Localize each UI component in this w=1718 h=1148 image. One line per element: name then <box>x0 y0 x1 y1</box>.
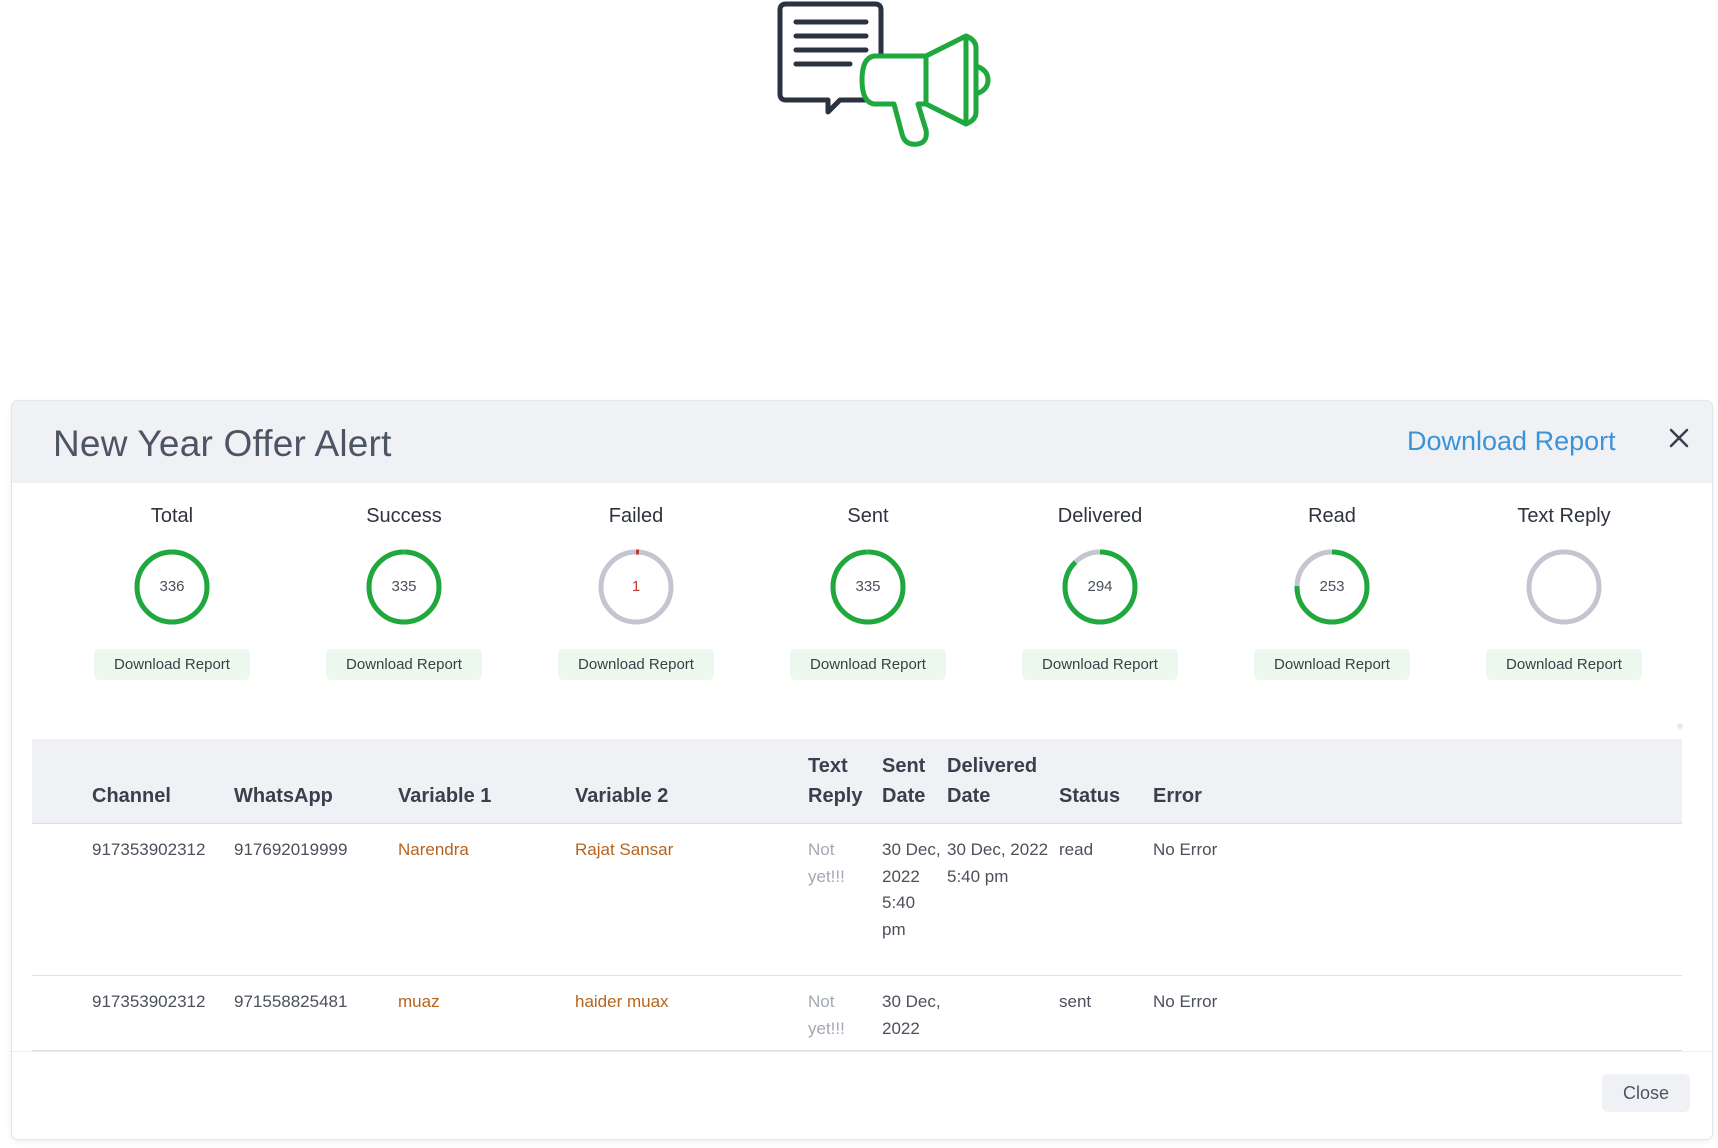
column-header-text-reply: Text Reply <box>808 739 882 824</box>
close-button[interactable]: Close <box>1602 1074 1690 1112</box>
cell-sent-date: 30 Dec, 2022 5:40 pm <box>882 823 947 976</box>
column-header-variable2: Variable 2 <box>575 739 808 824</box>
cell-status: sent <box>1059 975 1153 1051</box>
column-header-status: Status <box>1059 739 1153 824</box>
stat-ring <box>1524 547 1604 627</box>
modal-header: New Year Offer Alert Download Report <box>12 401 1712 483</box>
stat-ring: 335 <box>828 547 908 627</box>
campaign-report-modal: New Year Offer Alert Download Report Tot… <box>12 401 1712 1139</box>
scrollbar[interactable] <box>1677 723 1683 729</box>
cell-variable2: haider muax <box>575 975 808 1051</box>
cell-variable1: Narendra <box>398 823 575 976</box>
cell-variable2: Rajat Sansar <box>575 823 808 976</box>
stat-ring: 335 <box>364 547 444 627</box>
download-report-button[interactable]: Download Report <box>790 649 946 680</box>
cell-error: No Error <box>1153 975 1682 1051</box>
stat-label: Success <box>366 505 442 527</box>
cell-sent-date: 30 Dec, 2022 <box>882 975 947 1051</box>
close-icon[interactable] <box>1664 423 1694 453</box>
stat-failed: Failed 1 Download Report <box>536 505 736 680</box>
download-report-button[interactable]: Download Report <box>326 649 482 680</box>
table-row: 917353902312 917692019999 Narendra Rajat… <box>32 823 1682 976</box>
column-header-whatsapp: WhatsApp <box>234 739 398 824</box>
stat-value: 1 <box>631 578 641 595</box>
stat-value <box>1524 547 1604 627</box>
cell-variable1: muaz <box>398 975 575 1051</box>
download-report-button[interactable]: Download Report <box>1022 649 1178 680</box>
download-report-button[interactable]: Download Report <box>94 649 250 680</box>
stat-label: Delivered <box>1057 505 1143 527</box>
stat-label: Read <box>1308 505 1356 527</box>
stat-ring: 336 <box>132 547 212 627</box>
download-report-button[interactable]: Download Report <box>1486 649 1642 680</box>
cell-status: read <box>1059 823 1153 976</box>
cell-delivered-date <box>947 975 1059 1051</box>
stat-label: Text Reply <box>1517 505 1611 527</box>
stat-text-reply: Text Reply Download Report <box>1464 505 1664 680</box>
stat-value: 336 <box>159 578 185 595</box>
column-header-variable1: Variable 1 <box>398 739 575 824</box>
stat-read: Read 253 Download Report <box>1232 505 1432 680</box>
modal-title: New Year Offer Alert <box>53 423 392 464</box>
stat-ring: 1 <box>596 547 676 627</box>
stat-value: 335 <box>391 578 417 595</box>
column-header-error: Error <box>1153 739 1682 824</box>
stat-value: 335 <box>855 578 881 595</box>
stat-ring: 294 <box>1060 547 1140 627</box>
stat-label: Failed <box>608 505 664 527</box>
stat-total: Total 336 Download Report <box>72 505 272 680</box>
cell-channel: 917353902312 <box>92 823 234 976</box>
cell-whatsapp: 971558825481 <box>234 975 398 1051</box>
stats-row: Total 336 Download Report Success 335 Do… <box>12 483 1712 693</box>
recipients-table: Channel WhatsApp Variable 1 Variable 2 T… <box>32 739 1682 1051</box>
cell-error: No Error <box>1153 823 1682 976</box>
cell-whatsapp: 917692019999 <box>234 823 398 976</box>
modal-footer: Close <box>12 1051 1712 1139</box>
column-header-channel: Channel <box>92 739 234 824</box>
table-header-row: Channel WhatsApp Variable 1 Variable 2 T… <box>32 739 1682 824</box>
stat-value: 294 <box>1087 578 1113 595</box>
cell-text-reply: Not yet!!! <box>808 823 882 976</box>
download-report-button[interactable]: Download Report <box>1254 649 1410 680</box>
stat-ring: 253 <box>1292 547 1372 627</box>
column-header-sent-date: Sent Date <box>882 739 947 824</box>
stat-label: Total <box>150 505 194 527</box>
stat-value: 253 <box>1319 578 1345 595</box>
stat-sent: Sent 335 Download Report <box>768 505 968 680</box>
cell-text-reply: Not yet!!! <box>808 975 882 1051</box>
stat-success: Success 335 Download Report <box>304 505 504 680</box>
stat-label: Sent <box>847 505 889 527</box>
column-header-delivered-date: Delivered Date <box>947 739 1059 824</box>
download-report-link[interactable]: Download Report <box>1407 426 1616 457</box>
stat-delivered: Delivered 294 Download Report <box>1000 505 1200 680</box>
cell-channel: 917353902312 <box>92 975 234 1051</box>
download-report-button[interactable]: Download Report <box>558 649 714 680</box>
chat-megaphone-icon <box>770 0 1000 160</box>
table-row: 917353902312 971558825481 muaz haider mu… <box>32 975 1682 1051</box>
cell-delivered-date: 30 Dec, 2022 5:40 pm <box>947 823 1059 976</box>
